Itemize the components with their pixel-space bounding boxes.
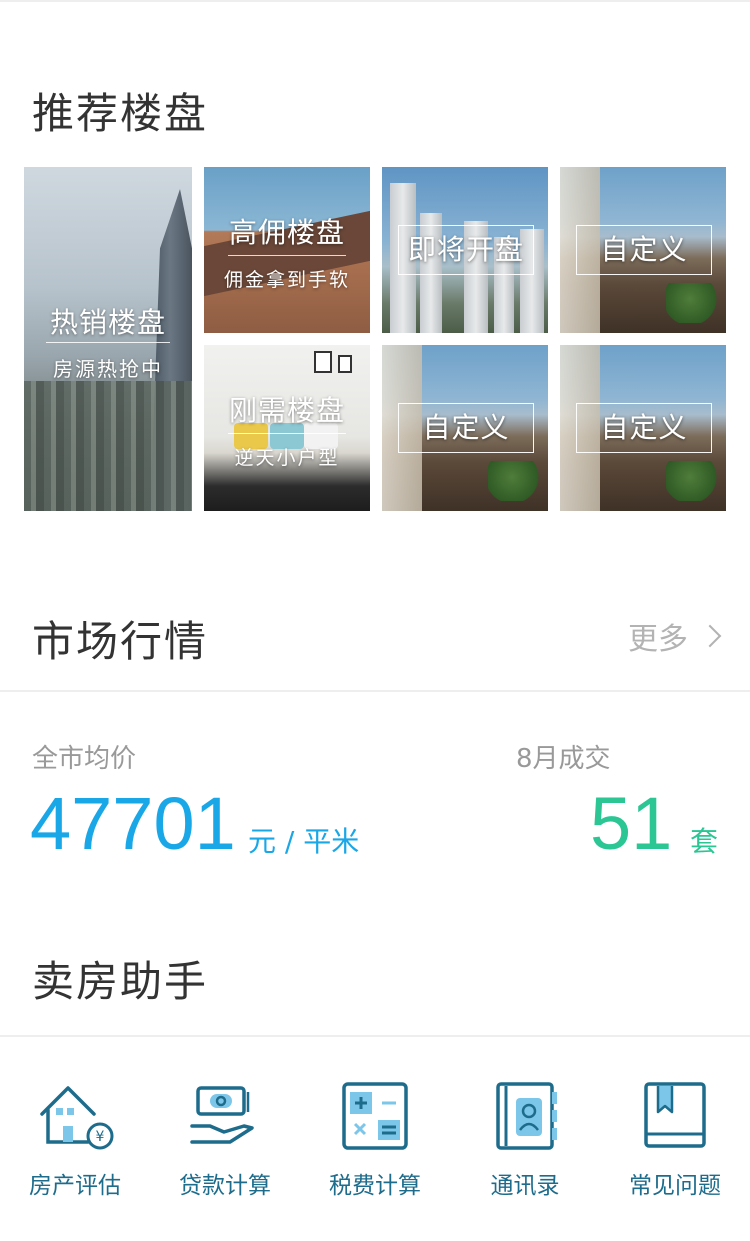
tool-label: 贷款计算 <box>179 1173 271 1199</box>
more-link[interactable]: 更多 <box>628 614 722 658</box>
picture-frame-image <box>314 351 332 373</box>
hot-tile-title: 热销楼盘 <box>49 306 166 339</box>
tool-property-evaluation[interactable]: ¥ 房产评估 <box>0 1080 150 1210</box>
plant-image <box>666 283 726 323</box>
average-price-unit: 元 / 平米 <box>248 825 360 858</box>
rigid-tile-title: 刚需楼盘 <box>228 394 345 427</box>
hot-properties-tile[interactable]: 热销楼盘 房源热抢中 <box>24 167 192 511</box>
tool-faq[interactable]: 常见问题 <box>600 1080 750 1210</box>
monthly-deals-label: 8月成交 <box>516 744 611 774</box>
custom-tile-1[interactable]: 自定义 <box>560 167 726 333</box>
custom-tile-2[interactable]: 自定义 <box>382 345 548 511</box>
section-divider <box>0 690 750 692</box>
monthly-deals-value: 51 <box>590 782 673 865</box>
rigid-tile-divider <box>228 433 346 434</box>
plant-image <box>488 461 548 501</box>
city-image <box>24 381 192 511</box>
opening-tile-label-box: 即将开盘 <box>398 225 534 275</box>
commission-tile-title: 高佣楼盘 <box>228 216 345 249</box>
tool-label: 通讯录 <box>490 1173 560 1199</box>
market-section-title: 市场行情 <box>32 617 209 666</box>
tool-label: 常见问题 <box>629 1173 721 1199</box>
commission-tile-subtitle: 佣金拿到手软 <box>223 269 350 291</box>
house-estimate-icon: ¥ <box>40 1086 114 1150</box>
assistant-tools: ¥ 房产评估 贷款计算 税费计算 通讯录 常见问题 <box>0 1080 750 1210</box>
average-price-value: 47701 <box>30 782 236 865</box>
commission-tile-divider <box>228 255 346 256</box>
more-link-label: 更多 <box>628 622 688 657</box>
custom-tile-label-box: 自定义 <box>576 225 712 275</box>
tool-label: 房产评估 <box>29 1173 121 1199</box>
contacts-book-icon <box>496 1082 557 1150</box>
chevron-right-icon <box>698 624 722 648</box>
tool-tax-calculator[interactable]: 税费计算 <box>300 1080 450 1210</box>
picture-frame-image <box>338 355 352 373</box>
top-divider <box>0 0 750 2</box>
custom-tile-3[interactable]: 自定义 <box>560 345 726 511</box>
monthly-deals-unit: 套 <box>690 825 719 858</box>
average-price-label: 全市均价 <box>32 744 137 774</box>
rigid-demand-tile[interactable]: 刚需楼盘 逆天小户型 <box>204 345 370 511</box>
recommend-section-title: 推荐楼盘 <box>32 89 209 138</box>
tool-loan-calculator[interactable]: 贷款计算 <box>150 1080 300 1210</box>
custom-tile-label-box: 自定义 <box>576 403 712 453</box>
plant-image <box>666 461 726 501</box>
custom-tile-title: 自定义 <box>600 411 688 444</box>
calculator-icon <box>342 1082 408 1150</box>
tool-label: 税费计算 <box>329 1173 421 1199</box>
opening-tile-title: 即将开盘 <box>407 233 524 266</box>
loan-hand-icon <box>190 1086 254 1144</box>
hot-tile-divider <box>46 342 170 343</box>
custom-tile-title: 自定义 <box>600 233 688 266</box>
high-commission-tile[interactable]: 高佣楼盘 佣金拿到手软 <box>204 167 370 333</box>
rigid-tile-subtitle: 逆天小户型 <box>234 447 340 469</box>
custom-tile-label-box: 自定义 <box>398 403 534 453</box>
opening-soon-tile[interactable]: 即将开盘 <box>382 167 548 333</box>
svg-text:¥: ¥ <box>96 1129 105 1145</box>
faq-book-icon <box>644 1082 706 1148</box>
assistant-section-title: 卖房助手 <box>32 957 209 1006</box>
section-divider <box>0 1035 750 1037</box>
tool-contacts[interactable]: 通讯录 <box>450 1080 600 1210</box>
custom-tile-title: 自定义 <box>422 411 510 444</box>
hot-tile-subtitle: 房源热抢中 <box>53 357 163 381</box>
